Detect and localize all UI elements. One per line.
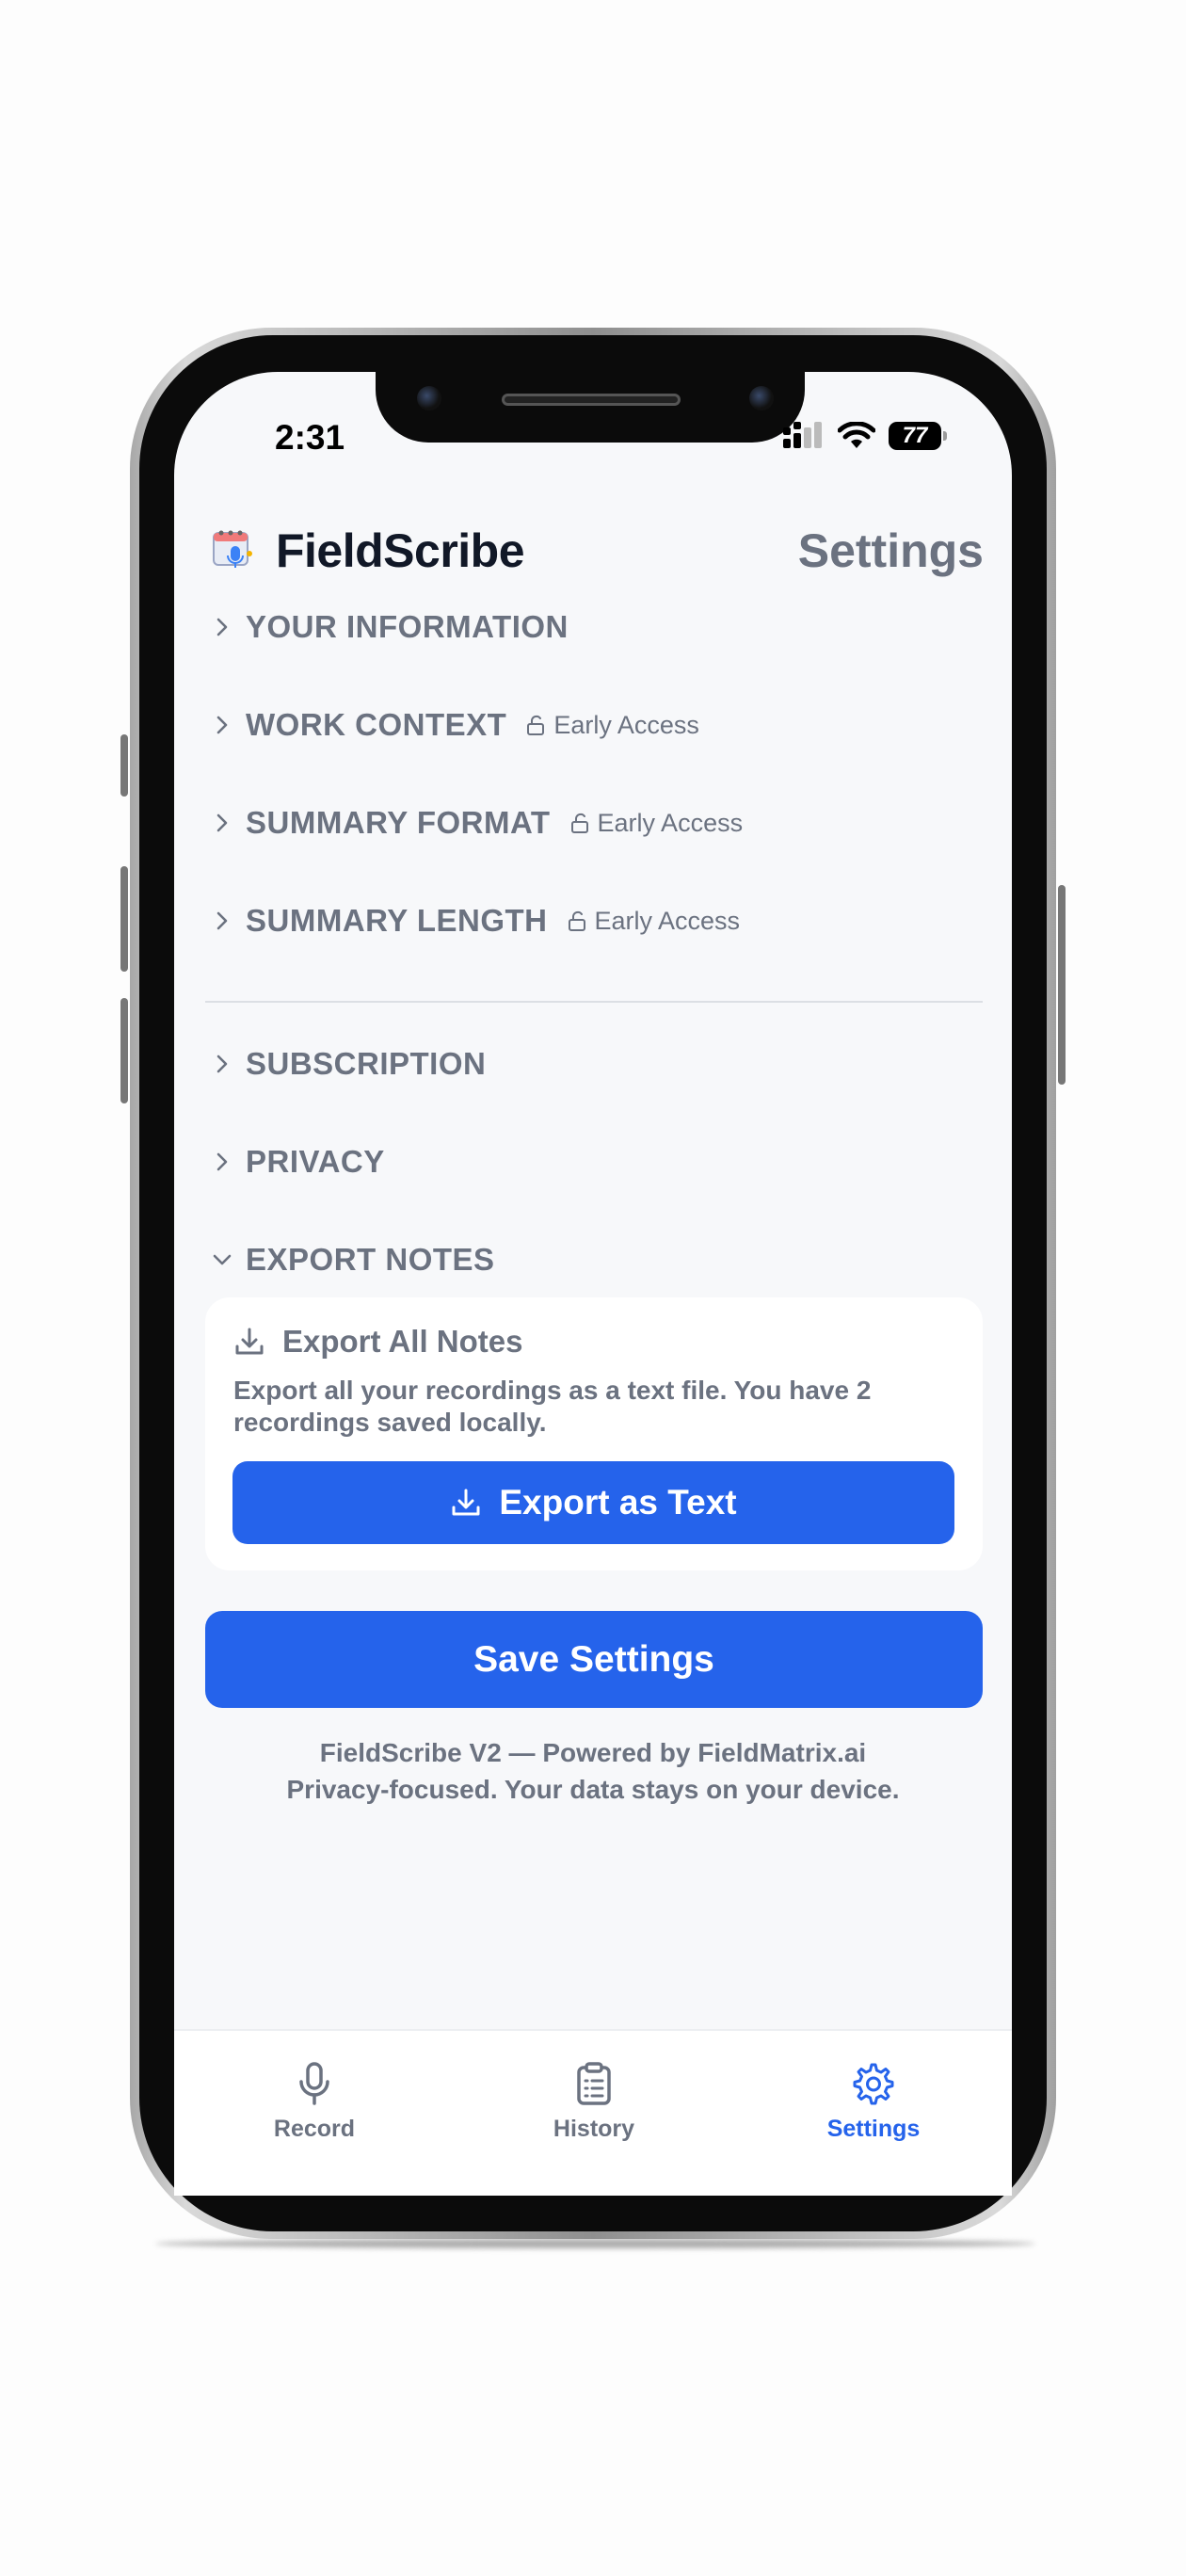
chevron-right-icon xyxy=(216,813,228,832)
section-label: SUBSCRIPTION xyxy=(246,1046,487,1081)
section-summary-length[interactable]: SUMMARY LENGTH Early Access xyxy=(212,903,740,939)
app-name: FieldScribe xyxy=(276,524,525,577)
early-access-badge: Early Access xyxy=(567,906,741,936)
tab-settings[interactable]: Settings xyxy=(779,2061,968,2143)
export-title: Export All Notes xyxy=(233,1324,522,1360)
chevron-right-icon xyxy=(216,911,228,930)
status-icons: 77 xyxy=(781,422,947,450)
section-label: WORK CONTEXT xyxy=(246,707,507,742)
clipboard-icon xyxy=(577,2062,611,2105)
speaker-grille xyxy=(502,394,681,406)
tab-label: Settings xyxy=(826,2116,921,2142)
app-screen xyxy=(174,372,1012,2194)
footer-powered-by: FieldScribe V2 — Powered by FieldMatrix.… xyxy=(319,1738,867,1767)
export-button-label: Export as Text xyxy=(499,1483,737,1521)
chevron-right-icon xyxy=(216,1152,228,1171)
unlock-icon xyxy=(568,910,585,931)
badge-label: Early Access xyxy=(553,710,699,739)
section-label: EXPORT NOTES xyxy=(246,1242,495,1277)
silent-switch xyxy=(120,734,128,797)
battery-icon: 77 xyxy=(889,422,947,450)
tab-history[interactable]: History xyxy=(500,2061,688,2143)
section-divider xyxy=(205,1001,983,1003)
early-access-badge: Early Access xyxy=(569,808,744,838)
section-label: PRIVACY xyxy=(246,1144,385,1179)
power-button xyxy=(1058,885,1066,1085)
tab-label: Record xyxy=(273,2116,356,2142)
section-subscription[interactable]: SUBSCRIPTION xyxy=(212,1046,486,1082)
status-time: 2:31 xyxy=(275,418,345,457)
app-header: FieldScribe Settings xyxy=(210,516,984,582)
gear-icon xyxy=(853,2063,894,2105)
section-summary-format[interactable]: SUMMARY FORMAT Early Access xyxy=(212,805,743,841)
chevron-right-icon xyxy=(216,716,228,734)
notch xyxy=(376,372,805,443)
microphone-icon xyxy=(299,2062,329,2105)
battery-level: 77 xyxy=(902,423,928,448)
wifi-icon xyxy=(838,422,875,448)
volume-down-button xyxy=(120,998,128,1103)
export-card: Export All Notes Export all your recordi… xyxy=(205,1297,983,1570)
bottom-tab-bar: Record History Settings xyxy=(174,2029,1012,2196)
sensor xyxy=(749,386,774,411)
tab-record[interactable]: Record xyxy=(220,2061,409,2143)
footer-privacy-note: Privacy-focused. Your data stays on your… xyxy=(286,1775,900,1804)
phone-shadow xyxy=(155,2239,1035,2248)
volume-up-button xyxy=(120,866,128,972)
chevron-right-icon xyxy=(216,618,228,636)
app-logo-icon xyxy=(213,530,252,568)
export-title-text: Export All Notes xyxy=(282,1324,523,1359)
export-as-text-button[interactable]: Export as Text xyxy=(232,1461,954,1544)
section-label: YOUR INFORMATION xyxy=(246,609,569,644)
section-privacy[interactable]: PRIVACY xyxy=(212,1144,385,1180)
tab-label: History xyxy=(553,2116,635,2142)
section-work-context[interactable]: WORK CONTEXT Early Access xyxy=(212,707,699,743)
badge-label: Early Access xyxy=(594,906,741,935)
save-settings-button[interactable]: Save Settings xyxy=(205,1611,983,1708)
unlock-icon xyxy=(570,813,588,833)
section-your-information[interactable]: YOUR INFORMATION xyxy=(212,609,569,645)
front-camera xyxy=(417,386,441,411)
download-icon xyxy=(235,1328,264,1355)
export-description: Export all your recordings as a text fil… xyxy=(233,1376,872,1437)
download-icon xyxy=(452,1489,480,1516)
page-title: Settings xyxy=(797,524,984,577)
early-access-badge: Early Access xyxy=(525,711,699,740)
section-label: SUMMARY FORMAT xyxy=(246,805,551,840)
chevron-right-icon xyxy=(216,1055,228,1073)
section-export-notes[interactable]: EXPORT NOTES xyxy=(212,1242,495,1278)
unlock-icon xyxy=(527,715,545,735)
chevron-down-icon xyxy=(213,1254,232,1265)
badge-label: Early Access xyxy=(597,808,744,837)
signal-icon xyxy=(783,422,822,448)
section-label: SUMMARY LENGTH xyxy=(246,903,548,938)
